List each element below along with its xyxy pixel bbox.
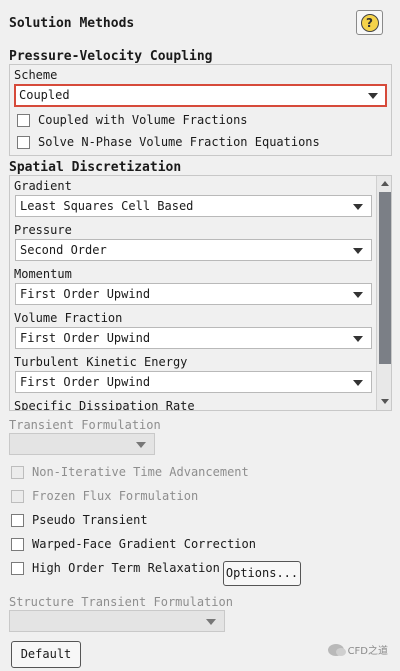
watermark: CFD之道 bbox=[327, 642, 388, 657]
non-iterative-time-advancement-row[interactable]: Non-Iterative Time Advancement bbox=[11, 464, 249, 480]
pseudo-transient-checkbox[interactable] bbox=[11, 513, 24, 527]
help-icon: ? bbox=[360, 13, 379, 32]
chevron-down-icon bbox=[368, 93, 378, 99]
options-button[interactable]: Options... bbox=[223, 561, 301, 586]
warped-face-gradient-correction-row[interactable]: Warped-Face Gradient Correction bbox=[11, 536, 256, 552]
scheme-value: Coupled bbox=[19, 88, 70, 102]
scheme-dropdown[interactable]: Coupled bbox=[14, 84, 387, 107]
scheme-label: Scheme bbox=[14, 68, 58, 82]
spatial-discretization-section-title: Spatial Discretization bbox=[9, 160, 182, 175]
pressure-dropdown[interactable]: Second Order bbox=[15, 239, 372, 261]
momentum-label: Momentum bbox=[14, 267, 72, 281]
chevron-down-icon bbox=[206, 619, 216, 625]
nphase-volume-fraction-checkbox-row[interactable]: Solve N-Phase Volume Fraction Equations bbox=[17, 134, 320, 150]
spatial-discretization-scroll-area: Gradient Least Squares Cell Based Pressu… bbox=[10, 176, 376, 411]
transient-formulation-dropdown[interactable] bbox=[9, 433, 155, 455]
warped-face-gradient-correction-checkbox[interactable] bbox=[11, 537, 24, 551]
coupled-volume-fractions-checkbox-row[interactable]: Coupled with Volume Fractions bbox=[17, 112, 248, 128]
chevron-down-icon bbox=[353, 204, 363, 210]
coupled-volume-fractions-label: Coupled with Volume Fractions bbox=[38, 113, 248, 127]
nphase-volume-fraction-label: Solve N-Phase Volume Fraction Equations bbox=[38, 135, 320, 149]
pseudo-transient-row[interactable]: Pseudo Transient bbox=[11, 512, 148, 528]
high-order-term-relaxation-checkbox[interactable] bbox=[11, 561, 24, 575]
non-iterative-time-advancement-checkbox[interactable] bbox=[11, 465, 24, 479]
gradient-value: Least Squares Cell Based bbox=[20, 199, 194, 213]
structure-transient-formulation-label: Structure Transient Formulation bbox=[9, 595, 233, 609]
scroll-thumb[interactable] bbox=[379, 192, 391, 364]
gradient-label: Gradient bbox=[14, 179, 72, 193]
volume-fraction-dropdown[interactable]: First Order Upwind bbox=[15, 327, 372, 349]
scroll-down-icon[interactable] bbox=[381, 399, 389, 404]
chevron-down-icon bbox=[353, 292, 363, 298]
turbulent-kinetic-energy-label: Turbulent Kinetic Energy bbox=[14, 355, 188, 369]
volume-fraction-label: Volume Fraction bbox=[14, 311, 123, 325]
volume-fraction-value: First Order Upwind bbox=[20, 331, 151, 345]
pressure-velocity-group: Scheme Coupled Coupled with Volume Fract… bbox=[9, 64, 392, 156]
chevron-down-icon bbox=[353, 380, 363, 386]
pressure-label: Pressure bbox=[14, 223, 72, 237]
panel-title: Solution Methods bbox=[9, 16, 135, 31]
scroll-up-icon[interactable] bbox=[381, 181, 389, 186]
nphase-volume-fraction-checkbox[interactable] bbox=[17, 135, 30, 149]
high-order-term-relaxation-row[interactable]: High Order Term Relaxation bbox=[11, 560, 220, 576]
momentum-value: First Order Upwind bbox=[20, 287, 151, 301]
frozen-flux-formulation-row[interactable]: Frozen Flux Formulation bbox=[11, 488, 198, 504]
spatial-scrollbar[interactable] bbox=[376, 176, 391, 410]
momentum-dropdown[interactable]: First Order Upwind bbox=[15, 283, 372, 305]
structure-transient-formulation-dropdown[interactable] bbox=[9, 610, 225, 632]
spatial-discretization-group: Gradient Least Squares Cell Based Pressu… bbox=[9, 175, 392, 411]
high-order-term-relaxation-label: High Order Term Relaxation bbox=[32, 561, 220, 575]
gradient-dropdown[interactable]: Least Squares Cell Based bbox=[15, 195, 372, 217]
pressure-value: Second Order bbox=[20, 243, 107, 257]
turbulent-kinetic-energy-value: First Order Upwind bbox=[20, 375, 151, 389]
transient-formulation-label: Transient Formulation bbox=[9, 418, 161, 432]
chevron-down-icon bbox=[136, 442, 146, 448]
chevron-down-icon bbox=[353, 336, 363, 342]
pseudo-transient-label: Pseudo Transient bbox=[32, 513, 148, 527]
wechat-icon bbox=[327, 643, 346, 656]
turbulent-kinetic-energy-dropdown[interactable]: First Order Upwind bbox=[15, 371, 372, 393]
frozen-flux-formulation-label: Frozen Flux Formulation bbox=[32, 489, 199, 503]
non-iterative-time-advancement-label: Non-Iterative Time Advancement bbox=[32, 465, 249, 479]
specific-dissipation-rate-label: Specific Dissipation Rate bbox=[14, 399, 195, 411]
watermark-text: CFD之道 bbox=[347, 646, 388, 657]
help-button[interactable]: ? bbox=[356, 10, 383, 35]
chevron-down-icon bbox=[353, 248, 363, 254]
default-button[interactable]: Default bbox=[11, 641, 81, 668]
coupled-volume-fractions-checkbox[interactable] bbox=[17, 113, 30, 127]
frozen-flux-formulation-checkbox[interactable] bbox=[11, 489, 24, 503]
pressure-velocity-section-title: Pressure-Velocity Coupling bbox=[9, 49, 213, 64]
warped-face-gradient-correction-label: Warped-Face Gradient Correction bbox=[32, 537, 256, 551]
